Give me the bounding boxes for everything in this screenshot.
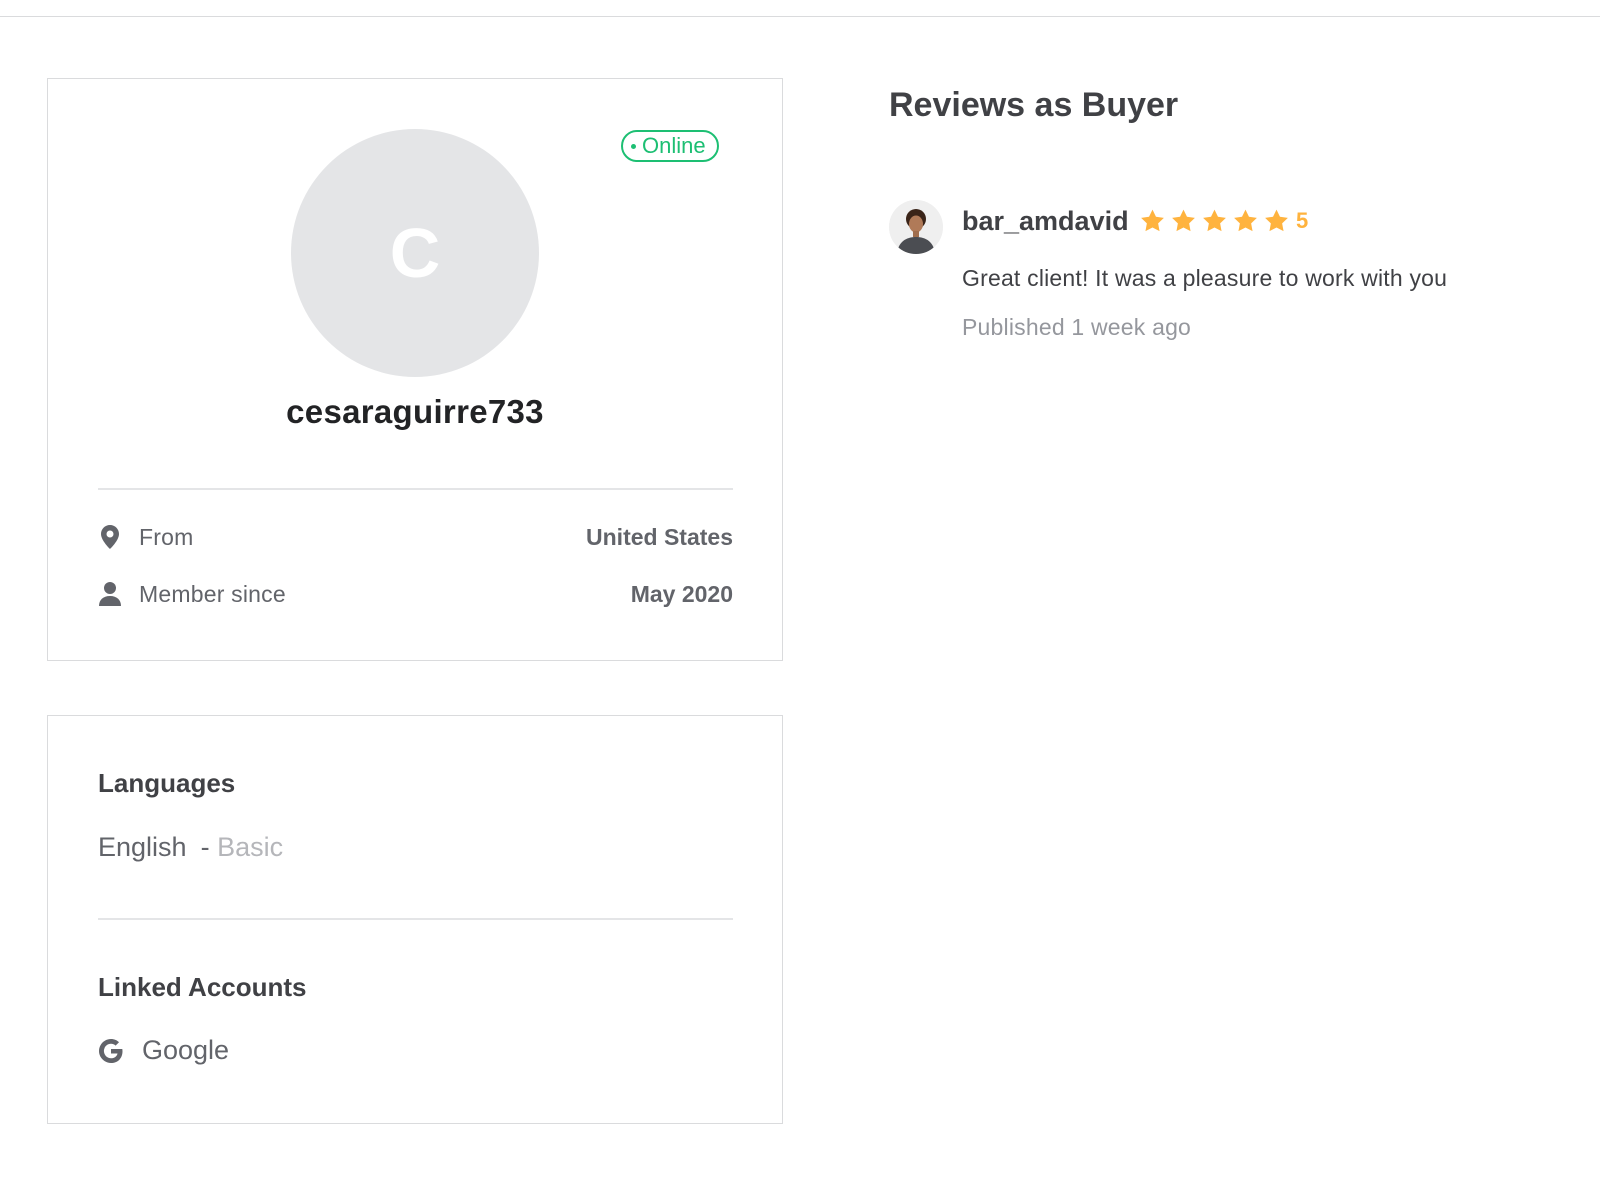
linked-account-name: Google <box>142 1035 230 1065</box>
member-since-label: Member since <box>139 580 286 607</box>
stat-row-member-since: Member since May 2020 <box>98 579 733 609</box>
profile-divider <box>98 488 733 490</box>
online-dot-icon <box>631 143 636 149</box>
info-divider <box>98 918 733 920</box>
star-icon <box>1141 209 1164 232</box>
review-published-date: Published 1 week ago <box>962 314 1192 340</box>
star-icon <box>1265 209 1288 232</box>
reviewer-name[interactable]: bar_amdavid <box>962 206 1129 237</box>
info-card: Languages English - Basic Linked Accounts… <box>47 715 783 1124</box>
online-status-badge: Online <box>621 130 719 162</box>
avatar[interactable]: C <box>291 129 539 377</box>
review-rating: 5 <box>1139 208 1308 234</box>
header-divider <box>0 16 1600 17</box>
profile-username: cesaraguirre733 <box>286 393 544 430</box>
reviews-title: Reviews as Buyer <box>889 86 1179 124</box>
languages-title: Languages <box>98 768 236 798</box>
language-item: English - Basic <box>98 832 283 863</box>
avatar-initial: C <box>389 214 441 292</box>
linked-accounts-title: Linked Accounts <box>98 972 307 1002</box>
location-pin-icon <box>98 523 122 551</box>
language-level: Basic <box>217 832 284 862</box>
review-item: bar_amdavid 5 Great client! It was a ple… <box>889 200 1569 360</box>
profile-card: Online C cesaraguirre733 From United Sta… <box>47 78 783 661</box>
review-text: Great client! It was a pleasure to work … <box>962 265 1448 291</box>
from-label: From <box>139 523 194 550</box>
reviewer-avatar[interactable] <box>889 200 943 254</box>
star-icon <box>1172 209 1195 232</box>
member-since-value: May 2020 <box>630 580 733 607</box>
user-icon <box>98 580 122 608</box>
star-icon <box>1203 209 1226 232</box>
google-icon <box>98 1038 124 1064</box>
from-value: United States <box>586 523 733 550</box>
rating-score: 5 <box>1296 208 1309 233</box>
online-status-label: Online <box>642 133 706 158</box>
star-icon <box>1234 209 1257 232</box>
language-name: English <box>98 832 187 862</box>
language-separator: - <box>200 832 210 862</box>
linked-account-item: Google <box>98 1035 229 1066</box>
stat-row-from: From United States <box>98 522 733 552</box>
